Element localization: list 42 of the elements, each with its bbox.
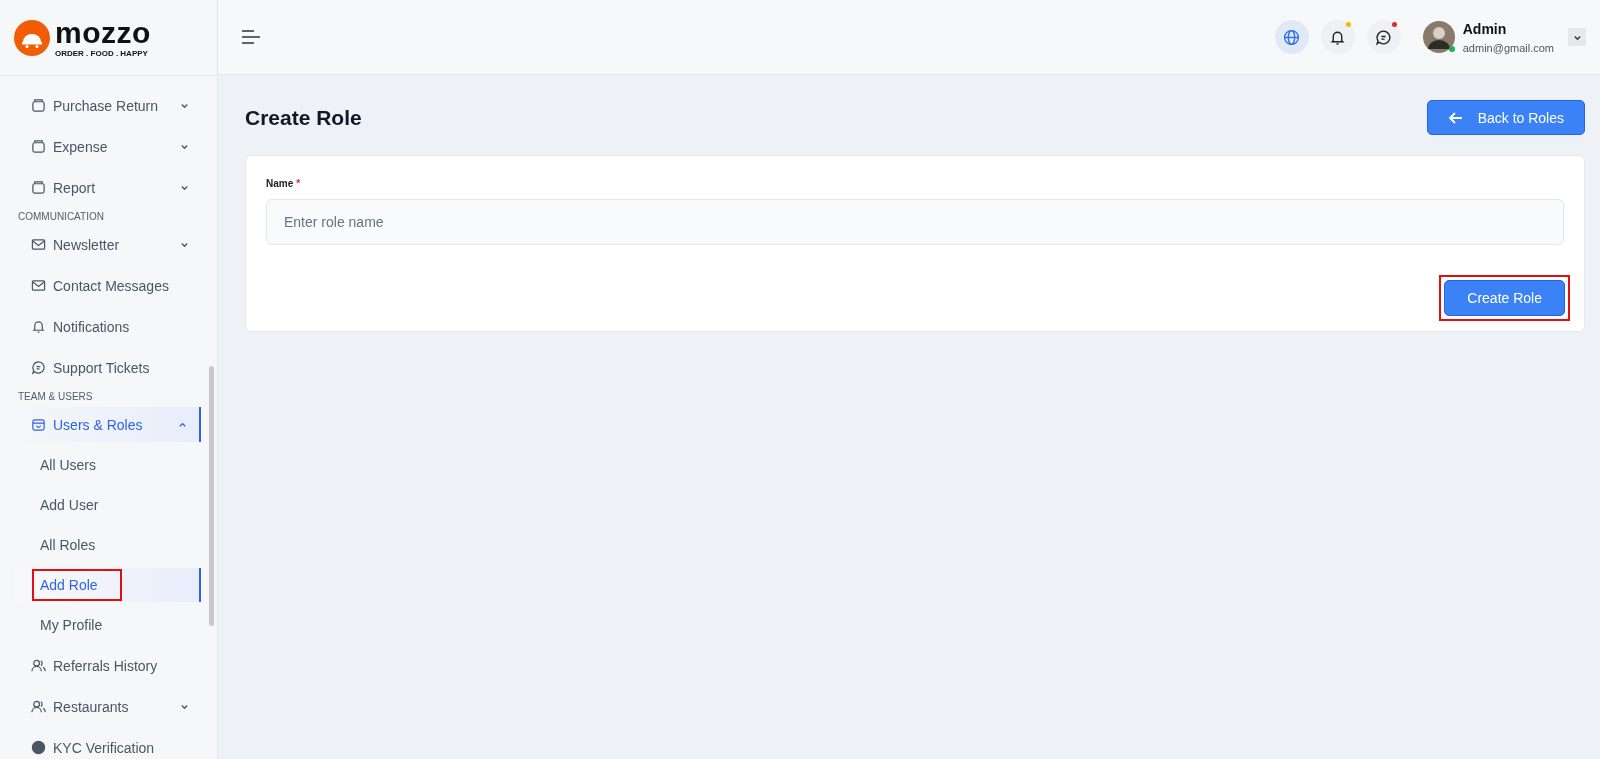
role-name-field[interactable]: Enter role name: [266, 199, 1564, 245]
language-button[interactable]: [1274, 20, 1309, 54]
chevron-icon: [180, 142, 189, 151]
field-label: Name *: [266, 178, 302, 189]
logo-tagline: ORDER . FOOD . HAPPY: [55, 49, 149, 58]
sidebar-item[interactable]: Newsletter: [0, 227, 201, 262]
messages-button[interactable]: [1366, 20, 1401, 54]
create-role-button[interactable]: Create Role: [1444, 280, 1565, 316]
required-mark: *: [296, 178, 301, 189]
logo-icon: [14, 19, 50, 56]
arrow-left-icon: [1447, 109, 1464, 126]
back-button[interactable]: Back to Roles: [1426, 100, 1585, 135]
chevron-icon: [180, 183, 189, 192]
chevron-icon: [178, 420, 187, 429]
chevron-icon: [180, 702, 189, 711]
globe-icon: [1283, 28, 1301, 46]
sidebar-item[interactable]: Expense: [0, 129, 201, 164]
submenu-item[interactable]: Add User: [14, 488, 201, 522]
submenu-item[interactable]: All Roles: [14, 528, 201, 562]
sidebar-item[interactable]: Contact Messages: [0, 268, 201, 303]
sidebar-item[interactable]: Notifications: [0, 309, 201, 344]
chat-icon: [1375, 28, 1393, 46]
bell-icon: [1329, 28, 1347, 46]
submenu-item[interactable]: All Users: [14, 448, 201, 482]
dropdown-button[interactable]: [1568, 28, 1586, 46]
chevron-icon: [180, 240, 189, 249]
notifications-button[interactable]: [1320, 20, 1355, 54]
section-heading: COMMUNICATION: [17, 211, 105, 224]
submenu-item[interactable]: My Profile: [14, 608, 201, 642]
user-email: admin@gmail.com: [1462, 41, 1554, 54]
page-title: Create Role: [245, 105, 362, 130]
section-heading: TEAM & USERS: [17, 391, 94, 404]
logo-name: mozzo: [55, 17, 151, 48]
sidebar-item[interactable]: Report: [0, 170, 201, 205]
user-name: Admin: [1462, 20, 1508, 37]
chevron-icon: [180, 101, 189, 110]
sidebar-item[interactable]: Purchase Return: [0, 88, 201, 123]
sidebar-item[interactable]: Support Tickets: [0, 350, 201, 385]
avatar-icon: [1422, 21, 1455, 53]
sidebar-item[interactable]: Referrals History: [0, 648, 201, 683]
sidebar-item[interactable]: Restaurants: [0, 689, 201, 724]
sidebar-item[interactable]: KYC Verification: [0, 730, 201, 759]
